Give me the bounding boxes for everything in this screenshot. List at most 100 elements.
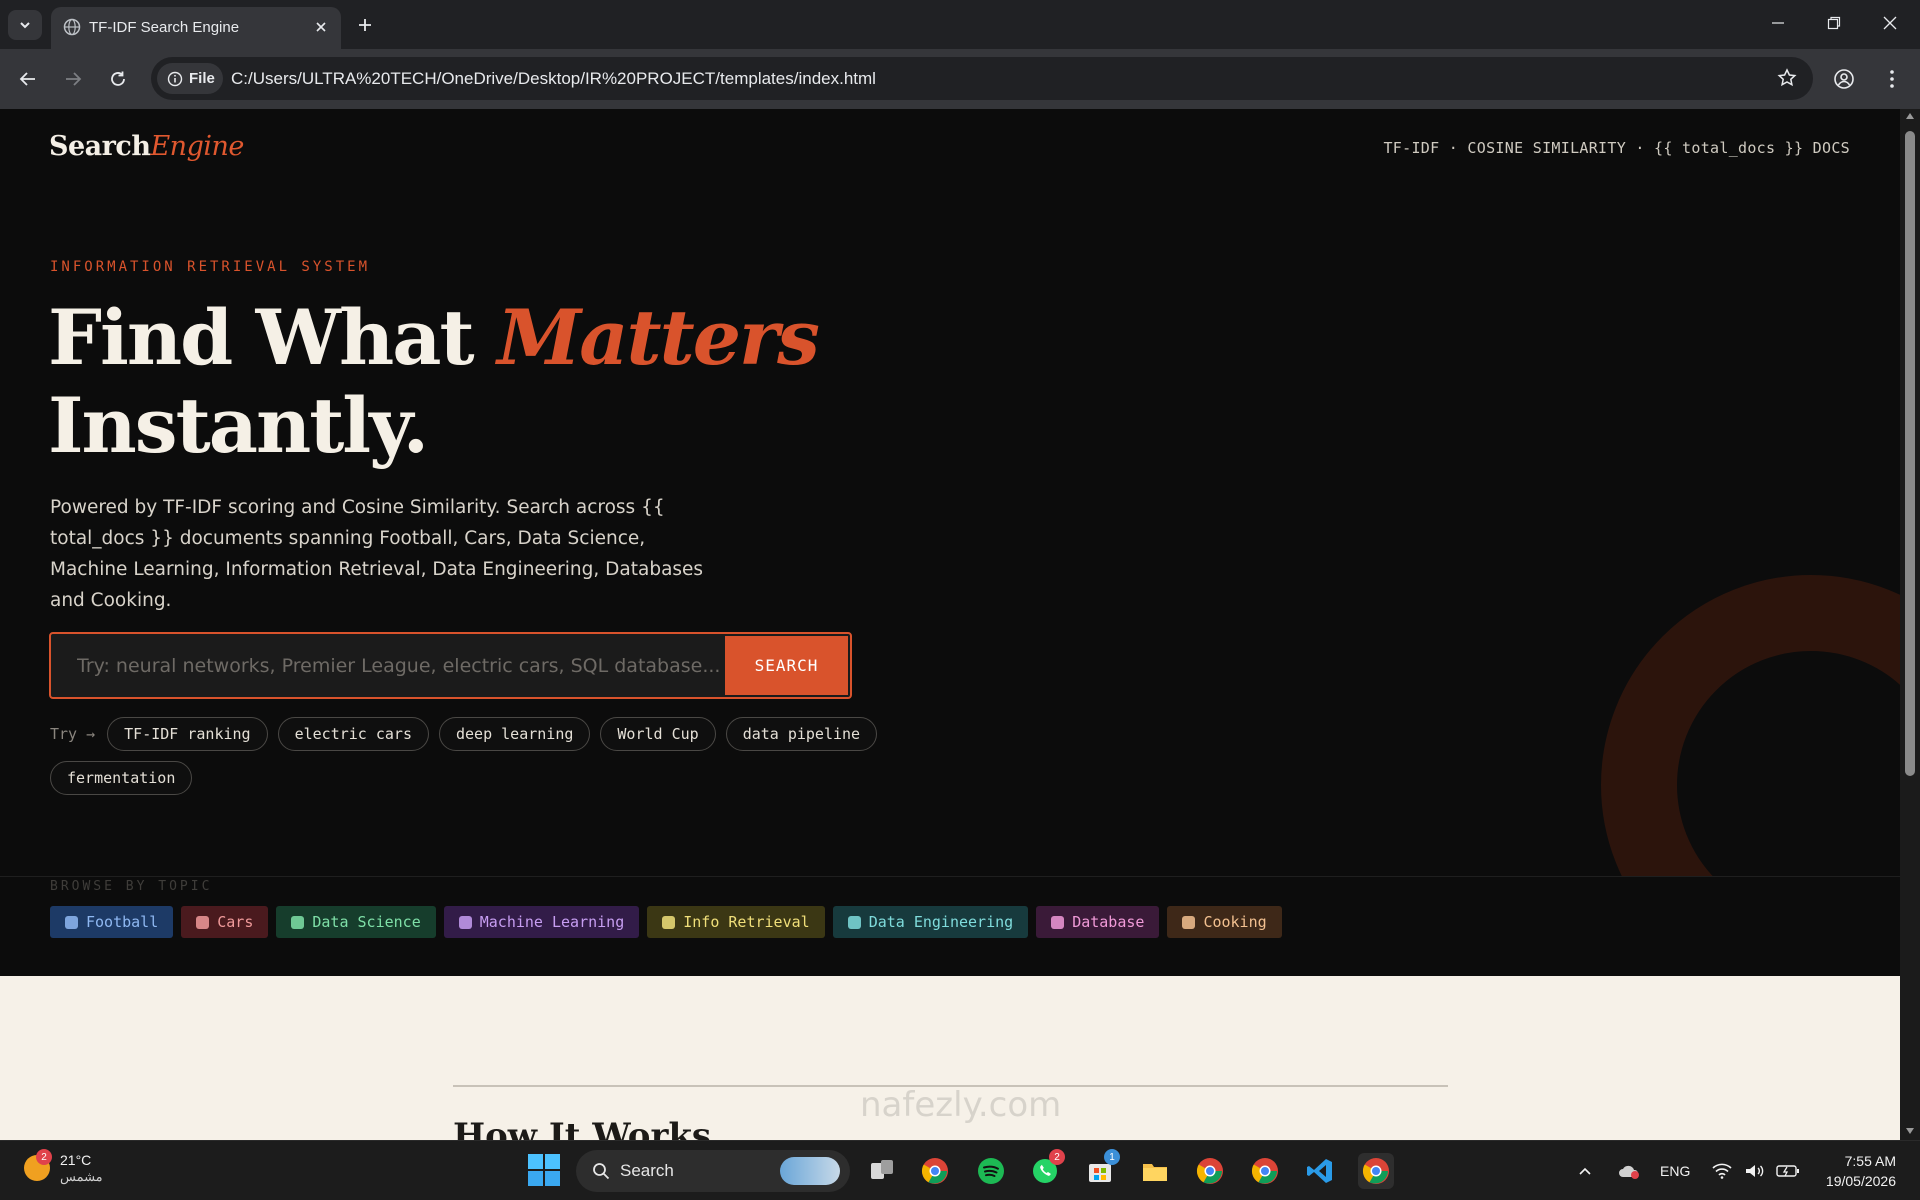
scroll-thumb[interactable] xyxy=(1905,131,1915,776)
store-badge: 1 xyxy=(1104,1149,1120,1165)
topic-label: Machine Learning xyxy=(479,913,625,931)
taskbar-app-chrome-2[interactable] xyxy=(1192,1153,1228,1189)
taskbar-app-task-view[interactable] xyxy=(864,1153,900,1189)
taskbar-app-spotify[interactable] xyxy=(973,1153,1009,1189)
database-icon xyxy=(1051,915,1065,929)
scroll-down-arrow-icon[interactable] xyxy=(1906,1128,1914,1134)
site-info-chip[interactable]: File xyxy=(157,63,223,94)
suggestion-chip[interactable]: electric cars xyxy=(277,717,429,751)
suggestion-chip[interactable]: data pipeline xyxy=(725,717,878,751)
close-icon xyxy=(1883,16,1897,30)
arrow-right-icon xyxy=(66,72,82,86)
search-button[interactable]: SEARCH xyxy=(725,636,848,695)
topic-cars[interactable]: Cars xyxy=(181,906,269,938)
search-icon xyxy=(1182,915,1196,929)
headline-accent: Matters xyxy=(497,293,820,382)
topic-football[interactable]: Football xyxy=(50,906,174,938)
arrow-left-icon xyxy=(19,72,35,86)
tray-status-icons[interactable] xyxy=(1712,1141,1800,1200)
volume-icon xyxy=(1746,1165,1764,1177)
search-highlight-art xyxy=(780,1157,840,1185)
topic-label: Data Engineering xyxy=(868,913,1014,931)
weather-sun-icon: 2 xyxy=(24,1149,52,1181)
tray-onedrive[interactable] xyxy=(1618,1141,1640,1200)
reload-icon xyxy=(111,71,125,86)
logo-text: Search xyxy=(49,131,151,162)
reload-button[interactable] xyxy=(102,63,134,95)
topic-label: Cars xyxy=(217,913,254,931)
page-scrollbar[interactable] xyxy=(1900,109,1920,1140)
restore-button[interactable] xyxy=(1806,0,1862,46)
page-viewport: SearchEngine TF-IDF · COSINE SIMILARITY … xyxy=(0,109,1900,1140)
file-label: File xyxy=(189,70,215,87)
taskbar-app-chrome-1[interactable] xyxy=(917,1153,953,1189)
clock-time: 7:55 AM xyxy=(1844,1153,1896,1169)
wifi-icon xyxy=(1712,1163,1732,1179)
hero-description: Powered by TF-IDF scoring and Cosine Sim… xyxy=(50,497,704,611)
address-bar[interactable]: File C:/Users/ULTRA%20TECH/OneDrive/Desk… xyxy=(151,57,1813,100)
forward-button[interactable] xyxy=(57,63,89,95)
profile-icon xyxy=(1834,69,1854,89)
topic-database[interactable]: Database xyxy=(1036,906,1160,938)
restore-icon xyxy=(1827,16,1841,30)
topic-cooking[interactable]: Cooking xyxy=(1167,906,1282,938)
hero-headline: Find What Matters Instantly. xyxy=(48,293,820,470)
tray-language[interactable]: ENG xyxy=(1660,1141,1690,1200)
weather-temp: 21°C xyxy=(60,1152,92,1168)
tray-chevron[interactable] xyxy=(1578,1141,1592,1200)
suggestion-chip[interactable]: deep learning xyxy=(439,717,591,751)
logo-accent-text: Engine xyxy=(150,131,244,162)
topic-machine-learning[interactable]: Machine Learning xyxy=(443,906,640,938)
globe-icon xyxy=(63,18,81,36)
taskbar-app-vscode[interactable] xyxy=(1302,1153,1338,1189)
eyebrow-label: INFORMATION RETRIEVAL SYSTEM xyxy=(50,259,371,275)
search-input[interactable] xyxy=(53,636,725,695)
url-text[interactable]: C:/Users/ULTRA%20TECH/OneDrive/Desktop/I… xyxy=(231,69,876,89)
bar-chart-icon xyxy=(291,915,305,929)
more-vertical-icon xyxy=(1890,70,1894,88)
robot-icon xyxy=(458,915,472,929)
taskbar-app-store[interactable]: 1 xyxy=(1082,1149,1120,1189)
topic-label: Football xyxy=(86,913,159,931)
suggestion-chip[interactable]: World Cup xyxy=(600,717,716,751)
minimize-button[interactable] xyxy=(1750,0,1806,46)
close-icon xyxy=(316,22,326,32)
chrome-icon xyxy=(1362,1158,1389,1184)
taskbar-clock[interactable]: 7:55 AM 19/05/2026 xyxy=(1826,1151,1896,1191)
tab-title: TF-IDF Search Engine xyxy=(89,19,240,36)
new-tab-button[interactable] xyxy=(352,12,378,38)
scroll-up-arrow-icon[interactable] xyxy=(1906,113,1914,119)
browser-tab[interactable]: TF-IDF Search Engine xyxy=(51,7,341,49)
plus-icon xyxy=(359,19,371,31)
taskbar-app-whatsapp[interactable]: 2 xyxy=(1027,1149,1065,1189)
bookmark-star-icon[interactable] xyxy=(1777,68,1797,88)
taskbar-app-file-explorer[interactable] xyxy=(1137,1153,1173,1189)
suggestion-chip[interactable]: TF-IDF ranking xyxy=(107,717,268,751)
back-button[interactable] xyxy=(12,63,44,95)
taskbar-app-chrome-active[interactable] xyxy=(1358,1153,1394,1189)
topic-info-retrieval[interactable]: Info Retrieval xyxy=(647,906,825,938)
try-label: Try → xyxy=(50,725,96,743)
magnifier-icon xyxy=(662,915,676,929)
site-logo[interactable]: SearchEngine xyxy=(49,131,244,162)
clock-date: 19/05/2026 xyxy=(1825,1173,1896,1189)
suggestion-chip[interactable]: fermentation xyxy=(50,761,193,795)
tab-close-button[interactable] xyxy=(311,17,331,37)
vscode-icon xyxy=(1307,1159,1332,1183)
cloud-icon xyxy=(1619,1165,1639,1179)
taskbar-app-chrome-3[interactable] xyxy=(1247,1153,1283,1189)
windows-start-icon[interactable] xyxy=(527,1153,561,1187)
topic-data-engineering[interactable]: Data Engineering xyxy=(832,906,1029,938)
profile-button[interactable] xyxy=(1828,63,1860,95)
topic-data-science[interactable]: Data Science xyxy=(276,906,436,938)
taskbar-search[interactable]: Search xyxy=(576,1150,850,1192)
chrome-icon xyxy=(1251,1158,1278,1184)
gear-icon xyxy=(847,915,861,929)
tab-search-button[interactable] xyxy=(8,10,42,40)
topic-list: Football Cars Data Science Machine Learning… xyxy=(50,906,1282,938)
topic-label: Database xyxy=(1072,913,1145,931)
menu-button[interactable] xyxy=(1876,63,1908,95)
close-window-button[interactable] xyxy=(1862,0,1918,46)
topic-label: Info Retrieval xyxy=(683,913,810,931)
weather-widget[interactable]: 2 21°C مشمس xyxy=(24,1149,103,1185)
